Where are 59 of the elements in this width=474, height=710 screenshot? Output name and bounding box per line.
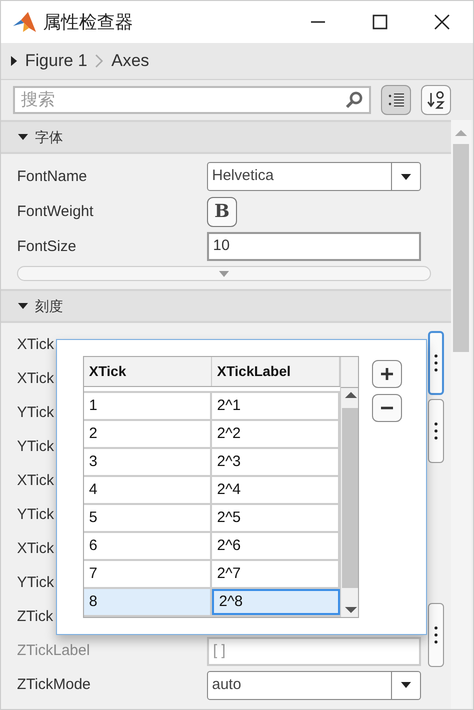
more-options-button[interactable]	[428, 603, 444, 667]
maximize-icon[interactable]	[372, 14, 388, 30]
property-label: FontSize	[17, 238, 76, 254]
scrollbar[interactable]	[451, 120, 471, 709]
view-toggle-button[interactable]	[381, 85, 411, 115]
caret-icon	[400, 680, 412, 690]
property-label: XTick	[17, 472, 54, 489]
vertical-dots-icon	[434, 354, 438, 372]
column-header: XTick	[84, 357, 212, 386]
section-header[interactable]: 刻度	[1, 289, 451, 323]
app-logo-icon	[11, 10, 37, 34]
property-label: YTick	[17, 574, 54, 591]
property-label: ZTickLabel	[17, 642, 90, 659]
property-label: ZTick	[17, 608, 54, 625]
bold-toggle-button[interactable]: B	[207, 196, 237, 226]
more-options-button[interactable]	[428, 399, 444, 463]
property-label: YTick	[17, 506, 54, 523]
vertical-dots-icon	[434, 626, 438, 644]
table-cell[interactable]: 6	[84, 533, 212, 559]
property-label: FontWeight	[17, 202, 94, 220]
view-toggle-button[interactable]	[421, 85, 451, 115]
collapse-triangle-icon[interactable]	[17, 132, 29, 142]
remove-button[interactable]	[372, 394, 402, 422]
scrollbar[interactable]	[340, 357, 358, 617]
dropdown[interactable]: auto	[207, 670, 421, 700]
property-label: YTick	[17, 438, 54, 455]
breadcrumb-item[interactable]: Figure 1	[25, 48, 88, 74]
search-field[interactable]: 搜索	[13, 86, 371, 114]
caret-icon	[400, 172, 412, 182]
table-cell[interactable]: 3	[84, 449, 212, 475]
property-label: XTick	[17, 370, 54, 387]
table-cell[interactable]: 7	[84, 561, 212, 587]
dropdown[interactable]: Helvetica	[207, 162, 421, 191]
table-cell[interactable]: 2	[84, 421, 212, 447]
table-cell[interactable]: 1	[84, 393, 212, 419]
table-cell[interactable]: 2^8	[212, 589, 340, 615]
add-button[interactable]	[372, 360, 402, 388]
chevron-right-icon	[95, 54, 104, 68]
window-title: 属性检查器	[43, 10, 133, 34]
expand-triangle-icon[interactable]	[11, 56, 17, 66]
caret-icon	[218, 268, 230, 278]
property-label: ZTickMode	[17, 676, 91, 693]
breadcrumb-item[interactable]: Axes	[111, 48, 150, 74]
sort-icon	[426, 90, 446, 110]
close-icon[interactable]	[434, 14, 450, 30]
property-label: FontName	[17, 168, 88, 184]
vertical-dots-icon	[434, 422, 438, 440]
more-options-button[interactable]	[428, 331, 444, 395]
table-cell[interactable]: 5	[84, 505, 212, 531]
search-icon[interactable]	[345, 91, 363, 109]
table-cell[interactable]: 4	[84, 477, 212, 503]
section-header[interactable]: 字体	[1, 120, 451, 154]
property-label: XTick	[17, 336, 54, 353]
collapse-triangle-icon[interactable]	[17, 301, 29, 311]
plus-icon	[380, 367, 394, 381]
property-label: XTick	[17, 540, 54, 557]
text-field[interactable]: 10	[207, 232, 421, 261]
table-cell[interactable]: 8	[84, 589, 212, 615]
property-label: YTick	[17, 404, 54, 421]
